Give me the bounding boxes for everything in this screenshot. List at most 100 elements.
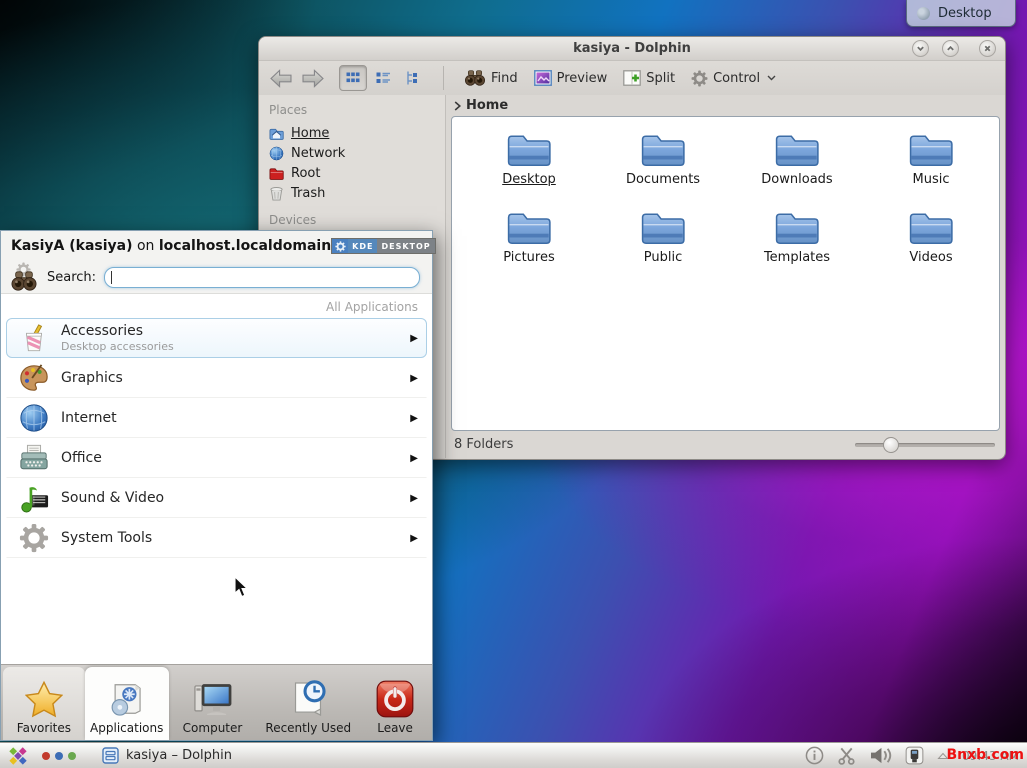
dolphin-toolbar: Find Preview Split Control: [259, 61, 1005, 95]
slider-track[interactable]: [855, 443, 995, 447]
chevron-up-icon: [946, 44, 955, 53]
tab-label: Recently Used: [265, 721, 351, 735]
back-button[interactable]: [269, 69, 293, 88]
globe-icon: [19, 403, 49, 433]
text-caret: [111, 271, 112, 284]
place-trash[interactable]: Trash: [269, 183, 445, 203]
category-accessories[interactable]: AccessoriesDesktop accessories ▶: [6, 318, 427, 358]
icons-view-button[interactable]: [339, 65, 367, 91]
submenu-arrow-icon: ▶: [410, 413, 418, 424]
tab-leave[interactable]: Leave: [360, 667, 430, 740]
palette-icon: [19, 363, 49, 393]
mouse-cursor: [234, 576, 249, 598]
folder-label: Music: [913, 172, 950, 187]
tab-favorites[interactable]: Favorites: [3, 667, 85, 740]
category-internet[interactable]: Internet ▶: [6, 398, 427, 438]
watermark-text: Bnxb.com: [946, 747, 1024, 763]
pager-dot-green[interactable]: [68, 752, 76, 760]
tab-computer[interactable]: Computer: [169, 667, 257, 740]
folder-item[interactable]: Desktop: [462, 129, 596, 207]
folder-label: Desktop: [502, 172, 556, 187]
pager-dot-red[interactable]: [42, 752, 50, 760]
category-office[interactable]: Office ▶: [6, 438, 427, 478]
desktop-folder-widget[interactable]: Desktop: [906, 0, 1016, 27]
folder-item[interactable]: Public: [596, 207, 730, 285]
details-view-button[interactable]: [369, 65, 397, 91]
forward-button[interactable]: [301, 69, 325, 88]
tree-view-button[interactable]: [399, 65, 427, 91]
submenu-arrow-icon: ▶: [410, 533, 418, 544]
dolphin-titlebar[interactable]: kasiya - Dolphin: [259, 37, 1005, 61]
host-name: localhost.localdomain: [159, 238, 331, 254]
folder-grid: Desktop Documents Downloads Music Pictur…: [462, 129, 998, 285]
place-label: Trash: [291, 186, 325, 201]
preview-button[interactable]: Preview: [530, 68, 612, 88]
chevron-down-icon: [916, 44, 925, 53]
tab-recently-used[interactable]: Recently Used: [256, 667, 360, 740]
folder-item[interactable]: Templates: [730, 207, 864, 285]
tab-label: Applications: [90, 721, 163, 735]
category-label: System Tools: [61, 530, 152, 546]
search-icon: [9, 263, 39, 291]
music-note-icon: [19, 483, 49, 513]
trash-icon: [269, 186, 284, 201]
typewriter-icon: [19, 443, 49, 473]
folder-label: Public: [644, 250, 682, 265]
clipboard-scissors-icon[interactable]: [837, 746, 856, 765]
volume-icon[interactable]: [869, 746, 892, 765]
desktop-widget-label: Desktop: [938, 6, 992, 21]
submenu-arrow-icon: ▶: [410, 373, 418, 384]
gear-icon: [335, 241, 346, 252]
minimize-button[interactable]: [912, 40, 929, 57]
folder-item[interactable]: Downloads: [730, 129, 864, 207]
folder-view[interactable]: Desktop Documents Downloads Music Pictur…: [451, 116, 1000, 431]
close-icon: [983, 44, 992, 53]
submenu-arrow-icon: ▶: [410, 493, 418, 504]
category-sound-video[interactable]: Sound & Video ▶: [6, 478, 427, 518]
gear-icon: [19, 523, 49, 553]
control-button[interactable]: Control: [687, 68, 780, 89]
plasma-cashew-icon: [917, 7, 930, 20]
app-menu-icon[interactable]: [8, 746, 28, 766]
taskbar-task-dolphin[interactable]: kasiya – Dolphin: [96, 745, 238, 766]
network-globe-icon: [269, 146, 284, 161]
breadcrumb-home[interactable]: Home: [466, 98, 508, 113]
section-header: All Applications: [1, 296, 432, 318]
folder-item[interactable]: Music: [864, 129, 998, 207]
category-graphics[interactable]: Graphics ▶: [6, 358, 427, 398]
folder-icon: [506, 209, 552, 247]
binoculars-icon: [9, 271, 39, 291]
pager-dot-blue[interactable]: [55, 752, 63, 760]
folder-item[interactable]: Videos: [864, 207, 998, 285]
place-root[interactable]: Root: [269, 163, 445, 183]
place-home[interactable]: Home: [269, 123, 445, 143]
place-label: Network: [291, 146, 345, 161]
breadcrumb-arrow-icon: [454, 101, 461, 111]
place-label: Home: [291, 126, 329, 141]
badge-desktop-label: DESKTOP: [377, 239, 434, 253]
place-network[interactable]: Network: [269, 143, 445, 163]
toolbar-separator: [443, 66, 444, 90]
folder-label: Pictures: [503, 250, 554, 265]
split-button[interactable]: Split: [619, 68, 679, 88]
launcher-search-row: Search:: [1, 261, 432, 294]
accessories-icon: [19, 323, 49, 353]
category-label: Graphics: [61, 370, 123, 386]
slider-handle[interactable]: [883, 437, 899, 453]
folder-item[interactable]: Documents: [596, 129, 730, 207]
find-button[interactable]: Find: [460, 68, 522, 88]
breadcrumb[interactable]: Home: [446, 95, 1005, 116]
category-system-tools[interactable]: System Tools ▶: [6, 518, 427, 558]
preview-label: Preview: [557, 71, 608, 86]
search-input[interactable]: [104, 267, 420, 288]
folder-item[interactable]: Pictures: [462, 207, 596, 285]
maximize-button[interactable]: [942, 40, 959, 57]
zoom-slider[interactable]: [855, 437, 995, 453]
folder-icon: [640, 209, 686, 247]
tab-applications[interactable]: Applications: [85, 667, 169, 740]
view-mode-group: [339, 65, 427, 91]
device-notifier-icon[interactable]: [905, 746, 924, 765]
notifications-info-icon[interactable]: [805, 746, 824, 765]
close-button[interactable]: [979, 40, 996, 57]
folder-icon: [908, 209, 954, 247]
